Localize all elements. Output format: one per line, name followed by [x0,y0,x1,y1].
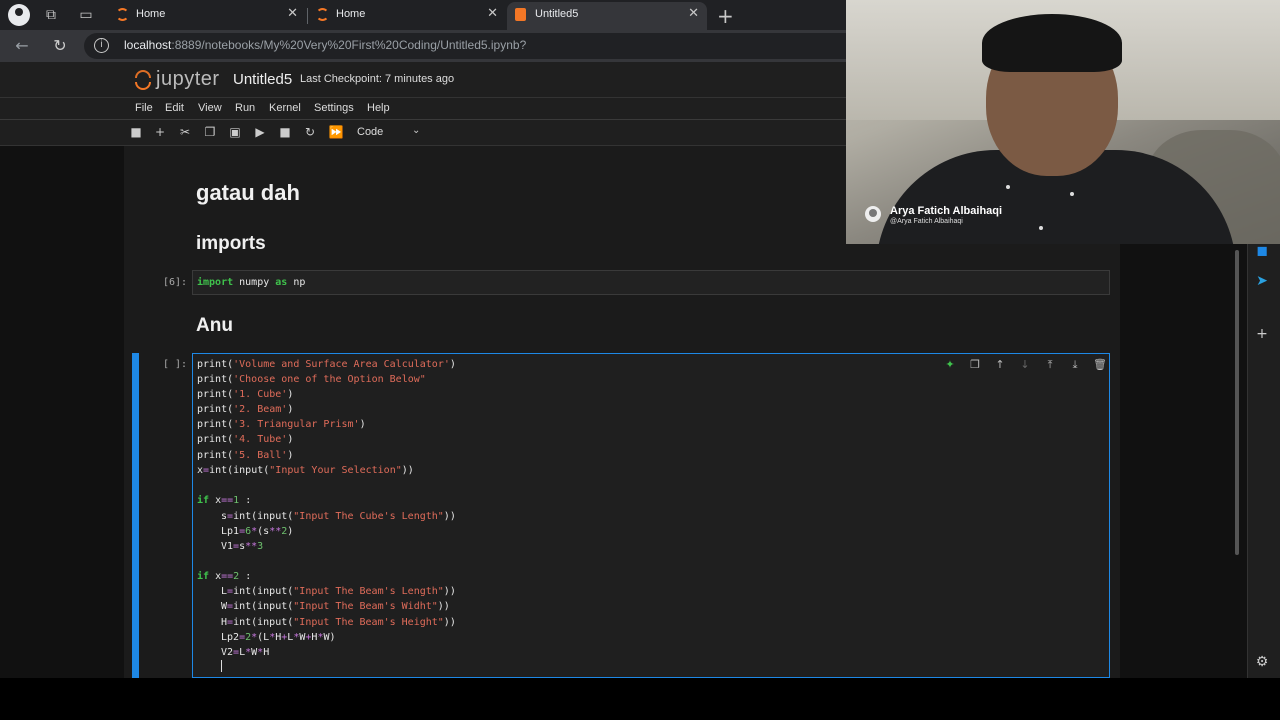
notebook-favicon-icon [515,8,526,21]
workspaces-icon[interactable]: ⧉ [42,6,60,24]
telegram-icon[interactable]: ➤ [1254,273,1270,289]
code-line: W=int(input("Input The Beam's Widht")) [221,601,450,612]
close-tab-icon[interactable]: ✕ [487,2,498,26]
notebook-title[interactable]: Untitled5 [233,71,292,88]
heading-imports: imports [196,233,266,254]
cut-icon[interactable]: ✂ [177,124,193,140]
menu-edit[interactable]: Edit [165,102,184,114]
tab-home-1[interactable]: Home ✕ [108,2,306,30]
streamer-name: Arya Fatich Albaihaqi [890,205,1003,217]
url-host: localhost [124,38,172,52]
streamer-handle: @Arya Fatich Albaihaqi [890,218,963,225]
duplicate-cell-icon[interactable]: ❐ [968,358,982,372]
checkpoint-status: Last Checkpoint: 7 minutes ago [300,73,455,85]
menu-settings[interactable]: Settings [314,102,354,114]
tab-label: Untitled5 [535,8,579,20]
profile-icon[interactable] [8,4,30,26]
code-line: H=int(input("Input The Beam's Height")) [221,617,456,628]
active-cell-indicator [132,353,139,678]
site-info-icon[interactable]: i [94,38,109,53]
interrupt-icon[interactable]: ■ [277,124,293,140]
code-line: print('3. Triangular Prism') [197,419,366,430]
close-tab-icon[interactable]: ✕ [287,2,298,26]
move-up-icon[interactable]: ↑ [993,358,1007,372]
ai-sparkle-icon[interactable]: ✦ [943,358,957,372]
code-line: print('Choose one of the Option Below" [197,374,426,385]
code-line: V2=L*W*H [221,647,270,658]
imports-code-cell[interactable]: import numpy as np [192,270,1110,295]
insert-below-icon[interactable]: ⤓ [1068,358,1082,372]
scrollbar-thumb[interactable] [1235,250,1239,555]
code-line: print('2. Beam') [197,404,294,415]
code-line: print('Volume and Surface Area Calculato… [197,359,456,370]
heading-gatau-dah: gatau dah [196,180,300,205]
add-sidebar-icon[interactable]: + [1254,326,1270,342]
tab-actions-icon[interactable]: ▭ [77,6,95,24]
paste-icon[interactable]: ▣ [227,124,243,140]
tab-untitled5[interactable]: Untitled5 ✕ [507,2,707,30]
heading-anu: Anu [196,315,233,336]
code-line: print('4. Tube') [197,434,294,445]
url-path: :8889/notebooks/My%20Very%20First%20Codi… [171,38,527,52]
code-line: L=int(input("Input The Beam's Length")) [221,586,456,597]
menu-kernel[interactable]: Kernel [269,102,301,114]
active-code-cell[interactable]: print('Volume and Surface Area Calculato… [192,353,1110,678]
code-line: x=int(input("Input Your Selection")) [197,465,414,476]
code-line: Lp1=6*(s**2) [221,526,294,537]
cell-type-select[interactable]: Code [357,126,383,138]
gear-icon[interactable]: ⚙ [1254,654,1270,670]
code-line: V1=s**3 [221,541,264,552]
code-line: print('1. Cube') [197,389,294,400]
code-line: print('5. Ball') [197,450,294,461]
jupyter-favicon-icon [116,8,129,21]
code-line: Lp2=2*(L*H+L*W+H*W) [221,632,336,643]
shirt-dot [1006,185,1010,189]
chevron-down-icon[interactable]: ⌄ [412,125,420,136]
back-icon[interactable]: ← [12,36,32,56]
text-cursor [221,660,222,672]
jupyter-logo-icon[interactable] [133,68,153,92]
code-line: if x==1 : [197,495,252,506]
copy-icon[interactable]: ❐ [202,124,218,140]
run-icon[interactable]: ▶ [252,124,268,140]
code-line: if x==2 : [197,571,252,582]
code-line: s=int(input("Input The Cube's Length")) [221,511,456,522]
shirt-dot [1070,192,1074,196]
save-icon[interactable]: ■ [128,124,144,140]
menu-help[interactable]: Help [367,102,390,114]
channel-avatar-icon [865,206,881,222]
insert-above-icon[interactable]: ⤒ [1043,358,1057,372]
tab-label: Home [336,8,366,20]
menu-run[interactable]: Run [235,102,255,114]
restart-icon[interactable]: ↻ [302,124,318,140]
new-tab-icon[interactable]: + [717,4,734,28]
shirt-dot [1039,226,1043,230]
insert-cell-icon[interactable]: + [152,124,168,140]
jupyter-favicon-icon [316,8,329,21]
imports-cell-prompt: [6]: [163,277,188,288]
restart-run-all-icon[interactable]: ⏩ [328,124,344,140]
reload-icon[interactable]: ↻ [50,36,70,56]
jupyter-wordmark: jupyter [156,68,220,90]
menu-file[interactable]: File [135,102,153,114]
url-text: localhost:8889/notebooks/My%20Very%20Fir… [124,38,526,52]
webcam-overlay: Arya Fatich Albaihaqi @Arya Fatich Albai… [846,0,1280,244]
tab-home-2[interactable]: Home ✕ [308,2,506,30]
delete-cell-icon[interactable]: 🗑 [1093,358,1107,372]
tab-label: Home [136,8,166,20]
webcam-person-hair [982,14,1122,72]
move-down-icon[interactable]: ↓ [1018,358,1032,372]
outlook-icon[interactable]: ◼ [1254,243,1270,259]
menu-view[interactable]: View [198,102,222,114]
code-line: import numpy as np [197,277,306,288]
active-cell-prompt: [ ]: [163,359,188,370]
close-tab-icon[interactable]: ✕ [688,2,699,26]
